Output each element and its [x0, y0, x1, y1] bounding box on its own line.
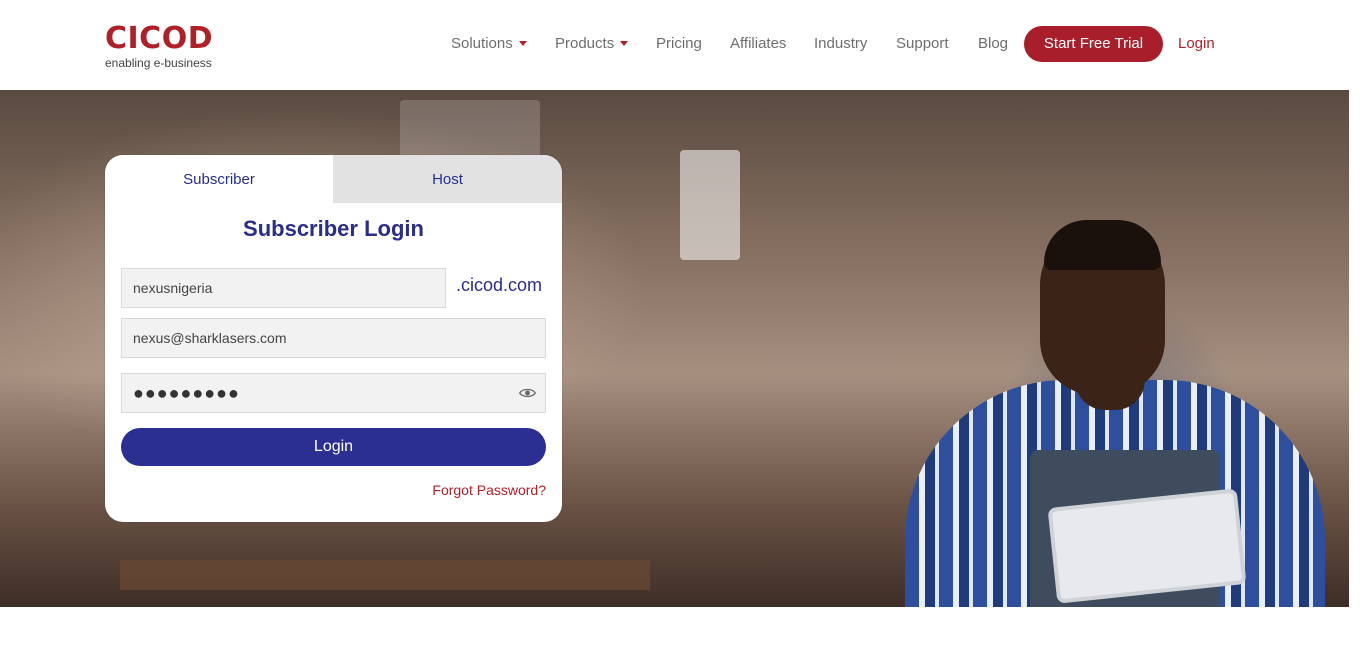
- nav-item-label: Products: [555, 35, 615, 52]
- top-navbar: CICOD enabling e-business Solutions Prod…: [0, 0, 1366, 90]
- caret-down-icon: [620, 41, 629, 46]
- tab-host[interactable]: Host: [333, 155, 562, 203]
- login-tabs: Subscriber Host: [105, 155, 562, 203]
- nav-item-products[interactable]: Products: [555, 26, 629, 62]
- nav-login-link[interactable]: Login: [1178, 26, 1215, 62]
- login-title: Subscriber Login: [243, 216, 424, 241]
- tablet-device: [1047, 488, 1247, 604]
- nav-item-affiliates[interactable]: Affiliates: [730, 26, 786, 62]
- password-input[interactable]: ●●●●●●●●●: [121, 373, 546, 413]
- caret-down-icon: [518, 41, 527, 46]
- nav-item-blog[interactable]: Blog: [978, 26, 1008, 62]
- eye-icon[interactable]: [519, 386, 536, 400]
- nav-item-support[interactable]: Support: [896, 26, 949, 62]
- login-card: Subscriber Host Subscriber Login nexusni…: [105, 155, 562, 522]
- start-free-trial-button[interactable]: Start Free Trial: [1024, 26, 1163, 62]
- nav-item-pricing[interactable]: Pricing: [656, 26, 702, 62]
- email-input[interactable]: nexus@sharklasers.com: [121, 318, 546, 358]
- tab-subscriber[interactable]: Subscriber: [105, 155, 333, 203]
- subdomain-input[interactable]: nexusnigeria: [121, 268, 446, 308]
- person-hair: [1044, 220, 1161, 270]
- forgot-password-link[interactable]: Forgot Password?: [432, 482, 546, 498]
- login-submit-button[interactable]: Login: [121, 428, 546, 466]
- domain-suffix: .cicod.com: [456, 275, 543, 295]
- nav-item-solutions[interactable]: Solutions: [451, 26, 527, 62]
- nav-item-label: Solutions: [451, 35, 513, 52]
- background-shelf: [120, 560, 650, 590]
- nav-item-industry[interactable]: Industry: [814, 26, 867, 62]
- background-sign: [680, 150, 740, 260]
